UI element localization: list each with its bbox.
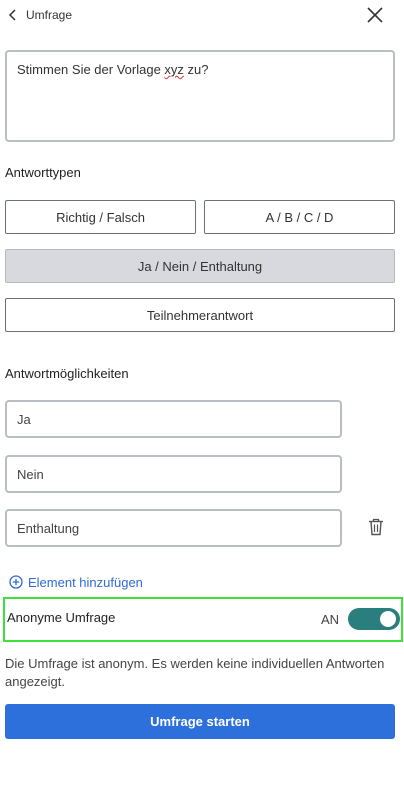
start-poll-button[interactable]: Umfrage starten <box>5 704 395 739</box>
answer-type-yes-no-abstain-button[interactable]: Ja / Nein / Enthaltung <box>5 249 395 283</box>
anonymous-poll-toggle[interactable] <box>348 608 400 630</box>
answer-option-field[interactable]: Nein <box>5 455 342 493</box>
answer-type-true-false-button[interactable]: Richtig / Falsch <box>5 200 196 234</box>
question-text: Stimmen Sie der Vorlage xyz zu? <box>17 62 208 77</box>
answer-option-value: Enthaltung <box>17 520 80 536</box>
answer-types-title: Antworttypen <box>5 165 81 180</box>
answer-option-field[interactable]: Enthaltung <box>5 509 342 547</box>
anonymous-poll-row: Anonyme Umfrage AN <box>3 597 403 642</box>
anonymous-description: Die Umfrage ist anonym. Es werden keine … <box>5 656 385 689</box>
answer-type-participant-answer-button[interactable]: Teilnehmerantwort <box>5 298 395 332</box>
answer-option-value: Nein <box>17 466 44 482</box>
question-text-after: zu? <box>183 62 209 77</box>
anonymous-state-label: AN <box>321 612 340 627</box>
answer-options-title: Antwortmöglichkeiten <box>5 366 129 381</box>
header: Umfrage <box>0 0 404 30</box>
add-element-button[interactable]: Element hinzufügen <box>9 573 143 591</box>
answer-option-value: Ja <box>17 411 31 427</box>
close-button[interactable] <box>364 4 386 26</box>
toggle-knob <box>378 609 398 629</box>
plus-circle-icon <box>9 575 23 589</box>
answer-type-abcd-button[interactable]: A / B / C / D <box>204 200 395 234</box>
trash-icon <box>369 518 383 536</box>
back-label: Umfrage <box>26 8 73 22</box>
chevron-left-icon <box>8 9 16 21</box>
close-icon <box>367 7 383 23</box>
add-element-label: Element hinzufügen <box>28 574 143 590</box>
back-button[interactable]: Umfrage <box>8 5 72 25</box>
anonymous-poll-label: Anonyme Umfrage <box>7 610 116 625</box>
spellcheck-flagged-word: xyz <box>164 62 184 77</box>
question-text-before: Stimmen Sie der Vorlage <box>17 62 165 77</box>
question-textarea[interactable]: Stimmen Sie der Vorlage xyz zu? <box>5 50 395 142</box>
answer-option-field[interactable]: Ja <box>5 400 342 438</box>
delete-option-button[interactable] <box>368 518 384 536</box>
